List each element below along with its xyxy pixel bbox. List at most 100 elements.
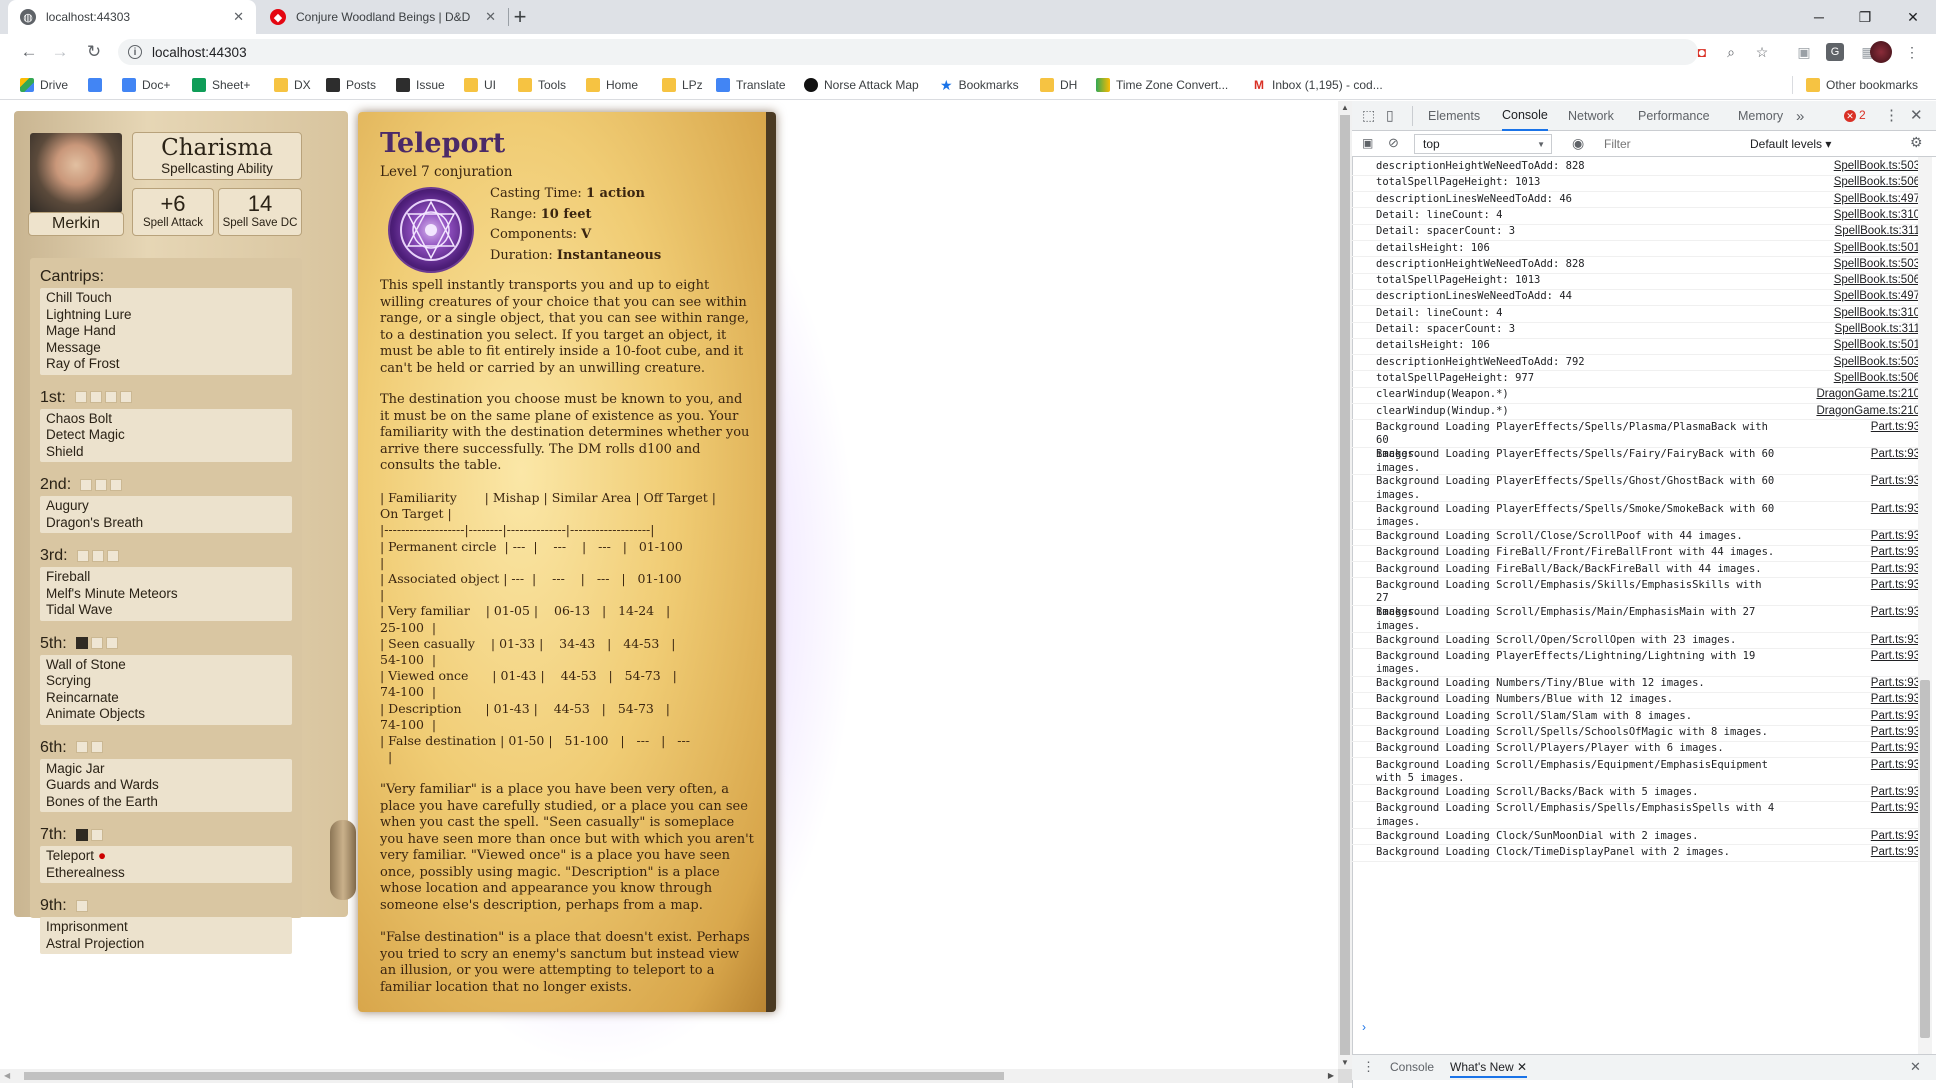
console-scrollbar-thumb[interactable] [1920, 680, 1930, 1038]
bookmark-posts[interactable]: Posts [326, 75, 376, 95]
spell-slot[interactable] [105, 637, 118, 650]
console-source-link[interactable]: Part.ts:93 [1780, 503, 1920, 515]
spell-slot[interactable] [89, 391, 102, 404]
console-prompt-icon[interactable]: › [1362, 1020, 1366, 1034]
device-toolbar-icon[interactable]: ▯ [1386, 107, 1394, 124]
console-source-link[interactable]: SpellBook.ts:506 [1780, 274, 1920, 286]
spell-slot[interactable] [106, 549, 119, 562]
spell-item[interactable]: Mage Hand [46, 323, 286, 340]
error-count[interactable]: 2 [1859, 108, 1866, 122]
console-source-link[interactable]: SpellBook.ts:497 [1780, 193, 1920, 205]
console-source-link[interactable]: Part.ts:93 [1780, 579, 1920, 591]
minimize-button[interactable]: ─ [1796, 0, 1842, 34]
tab-performance[interactable]: Performance [1638, 101, 1710, 131]
bookmark-inbox[interactable]: M Inbox (1,195) - cod... [1252, 75, 1383, 95]
spell-item[interactable]: Chaos Bolt [46, 411, 286, 428]
spell-slot[interactable] [90, 637, 103, 650]
spell-item[interactable]: Augury [46, 498, 286, 515]
close-tab-icon[interactable]: ✕ [1517, 1060, 1527, 1074]
spell-slot[interactable] [119, 391, 132, 404]
spell-slot[interactable] [75, 637, 88, 650]
spell-item[interactable]: Guards and Wards [46, 777, 286, 794]
context-selector[interactable]: top ▼ [1414, 134, 1552, 154]
spell-item[interactable]: Lightning Lure [46, 307, 286, 324]
devtools-menu-icon[interactable]: ⋮ [1884, 106, 1899, 124]
grammarly-icon[interactable]: G [1826, 43, 1844, 61]
spell-slot[interactable] [75, 741, 88, 754]
close-tab-icon[interactable]: ✕ [233, 9, 244, 25]
console-source-link[interactable]: SpellBook.ts:501 [1780, 242, 1920, 254]
tab-network[interactable]: Network [1568, 101, 1614, 131]
more-tabs-chevron[interactable]: » [1796, 101, 1804, 131]
spell-slot[interactable] [74, 391, 87, 404]
console-source-link[interactable]: Part.ts:93 [1780, 726, 1920, 738]
address-bar[interactable]: i localhost:44303 [118, 39, 1698, 65]
spell-item[interactable]: Message [46, 340, 286, 357]
spell-item[interactable]: Imprisonment [46, 919, 286, 936]
reload-icon[interactable]: ↻ [82, 40, 106, 64]
tab-conjure-woodland[interactable]: ◆ Conjure Woodland Beings | D&D ✕ [258, 0, 508, 34]
eye-icon[interactable]: ◉ [1572, 135, 1584, 152]
spell-item[interactable]: Detect Magic [46, 427, 286, 444]
console-source-link[interactable]: Part.ts:93 [1780, 546, 1920, 558]
camera-blocked-icon[interactable]: ◘ [1692, 42, 1712, 62]
close-window-button[interactable]: ✕ [1890, 0, 1936, 34]
bookmark-sheet-plus[interactable]: Sheet+ [192, 75, 250, 95]
spell-item[interactable]: Melf's Minute Meteors [46, 586, 286, 603]
console-source-link[interactable]: Part.ts:93 [1780, 421, 1920, 433]
spell-item[interactable]: Astral Projection [46, 936, 286, 953]
spell-slot[interactable] [104, 391, 117, 404]
bookmark-lpz[interactable]: LPz [662, 75, 703, 95]
console-source-link[interactable]: SpellBook.ts:501 [1780, 339, 1920, 351]
console-source-link[interactable]: Part.ts:93 [1780, 710, 1920, 722]
console-source-link[interactable]: Part.ts:93 [1780, 530, 1920, 542]
drawer-tab-console[interactable]: Console [1390, 1060, 1434, 1074]
zoom-icon[interactable]: ⌕ [1721, 42, 1741, 62]
clear-console-icon[interactable]: ⊘ [1388, 135, 1399, 151]
inspect-element-icon[interactable]: ⬚ [1362, 107, 1375, 124]
spell-slot[interactable] [95, 478, 108, 491]
spell-item[interactable]: Ray of Frost [46, 356, 286, 373]
log-levels-dropdown[interactable]: Default levels ▾ [1750, 137, 1831, 151]
bookmark-ui[interactable]: UI [464, 75, 496, 95]
tab-localhost[interactable]: ◍ localhost:44303 ✕ [8, 0, 256, 34]
console-source-link[interactable]: SpellBook.ts:310 [1780, 209, 1920, 221]
spell-slot[interactable] [90, 741, 103, 754]
console-source-link[interactable]: DragonGame.ts:210 [1780, 405, 1920, 417]
spell-item[interactable]: Etherealness [46, 865, 286, 882]
scroll-up-arrow[interactable]: ▲ [1341, 103, 1349, 112]
spell-slot[interactable] [80, 478, 93, 491]
tab-console[interactable]: Console [1502, 101, 1548, 131]
console-source-link[interactable]: Part.ts:93 [1780, 634, 1920, 646]
page-horizontal-scrollbar[interactable]: ◀ ▶ [0, 1069, 1338, 1083]
close-drawer-icon[interactable]: ✕ [1910, 1059, 1921, 1075]
scrollbar-thumb[interactable] [1340, 115, 1350, 1055]
console-source-link[interactable]: Part.ts:93 [1780, 846, 1920, 858]
bookmark-drive[interactable]: Drive [20, 75, 68, 95]
console-source-link[interactable]: Part.ts:93 [1780, 786, 1920, 798]
spell-item[interactable]: Chill Touch [46, 290, 286, 307]
tab-elements[interactable]: Elements [1428, 101, 1480, 131]
spell-item[interactable]: Reincarnate [46, 690, 286, 707]
new-tab-button[interactable]: + [508, 5, 532, 29]
bookmark-tools[interactable]: Tools [518, 75, 566, 95]
console-source-link[interactable]: Part.ts:93 [1780, 693, 1920, 705]
console-source-link[interactable]: Part.ts:93 [1780, 475, 1920, 487]
spell-item[interactable]: Teleport ● [46, 848, 286, 865]
console-source-link[interactable]: SpellBook.ts:503 [1780, 356, 1920, 368]
spell-slot[interactable] [91, 549, 104, 562]
spell-item[interactable]: Dragon's Breath [46, 515, 286, 532]
console-source-link[interactable]: SpellBook.ts:311 [1780, 323, 1920, 335]
bookmark-dh[interactable]: DH [1040, 75, 1077, 95]
avatar[interactable] [1870, 41, 1892, 63]
star-icon[interactable]: ☆ [1752, 42, 1772, 62]
console-source-link[interactable]: Part.ts:93 [1780, 802, 1920, 814]
spell-item[interactable]: Fireball [46, 569, 286, 586]
close-tab-icon[interactable]: ✕ [485, 9, 496, 25]
spell-item[interactable]: Magic Jar [46, 761, 286, 778]
character-portrait[interactable] [30, 133, 122, 213]
console-source-link[interactable]: Part.ts:93 [1780, 650, 1920, 662]
menu-dots-icon[interactable]: ⋮ [1902, 42, 1922, 62]
restore-button[interactable]: ❐ [1842, 0, 1888, 34]
drawer-menu-icon[interactable]: ⋮ [1362, 1059, 1375, 1075]
